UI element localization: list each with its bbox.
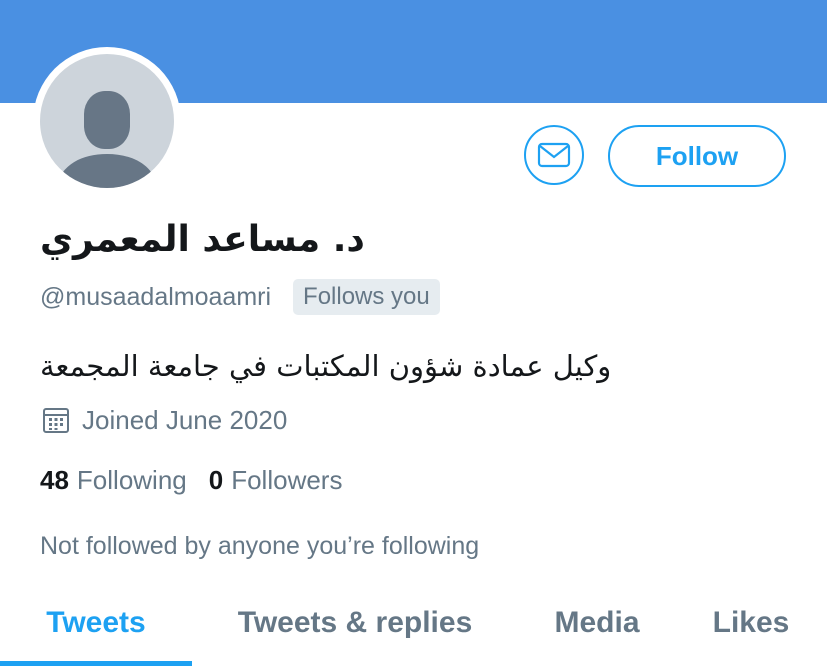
following-label: Following (76, 464, 187, 495)
avatar-placeholder (40, 54, 174, 188)
tab-likes[interactable]: Likes (690, 595, 812, 661)
followers-label: Followers (231, 464, 343, 495)
joined-row: Joined June 2020 (42, 402, 287, 438)
profile-tabs: Tweets Tweets & replies Media Likes (0, 595, 827, 666)
tab-media[interactable]: Media (528, 595, 666, 661)
message-button[interactable] (524, 125, 584, 185)
user-handle: @musaadalmoaamri (40, 282, 272, 311)
tab-tweets-and-replies[interactable]: Tweets & replies (200, 595, 510, 661)
following-stat[interactable]: 48 Following (40, 465, 187, 496)
envelope-icon (537, 142, 571, 168)
active-tab-indicator (0, 661, 192, 666)
followers-stat[interactable]: 0 Followers (209, 465, 343, 496)
stats-row: 48 Following 0 Followers (40, 461, 342, 499)
default-avatar-icon (55, 91, 159, 188)
joined-date: Joined June 2020 (82, 404, 288, 435)
tab-tweets[interactable]: Tweets (0, 595, 192, 661)
follow-button[interactable]: Follow (608, 125, 786, 187)
follow-button-label: Follow (655, 140, 739, 171)
profile-bio: وكيل عمادة شؤون المكتبات في جامعة المجمع… (40, 349, 612, 383)
handle-row: @musaadalmoaamri Follows you (40, 278, 440, 316)
followers-count: 0 (208, 464, 224, 495)
follows-you-badge: Follows you (293, 279, 440, 315)
avatar[interactable] (33, 47, 181, 195)
followers-you-know-text: Not followed by anyone you’re following (40, 532, 480, 560)
display-name: د. مساعد المعمري (40, 219, 365, 260)
following-count: 48 (40, 464, 69, 495)
calendar-icon (43, 408, 69, 433)
